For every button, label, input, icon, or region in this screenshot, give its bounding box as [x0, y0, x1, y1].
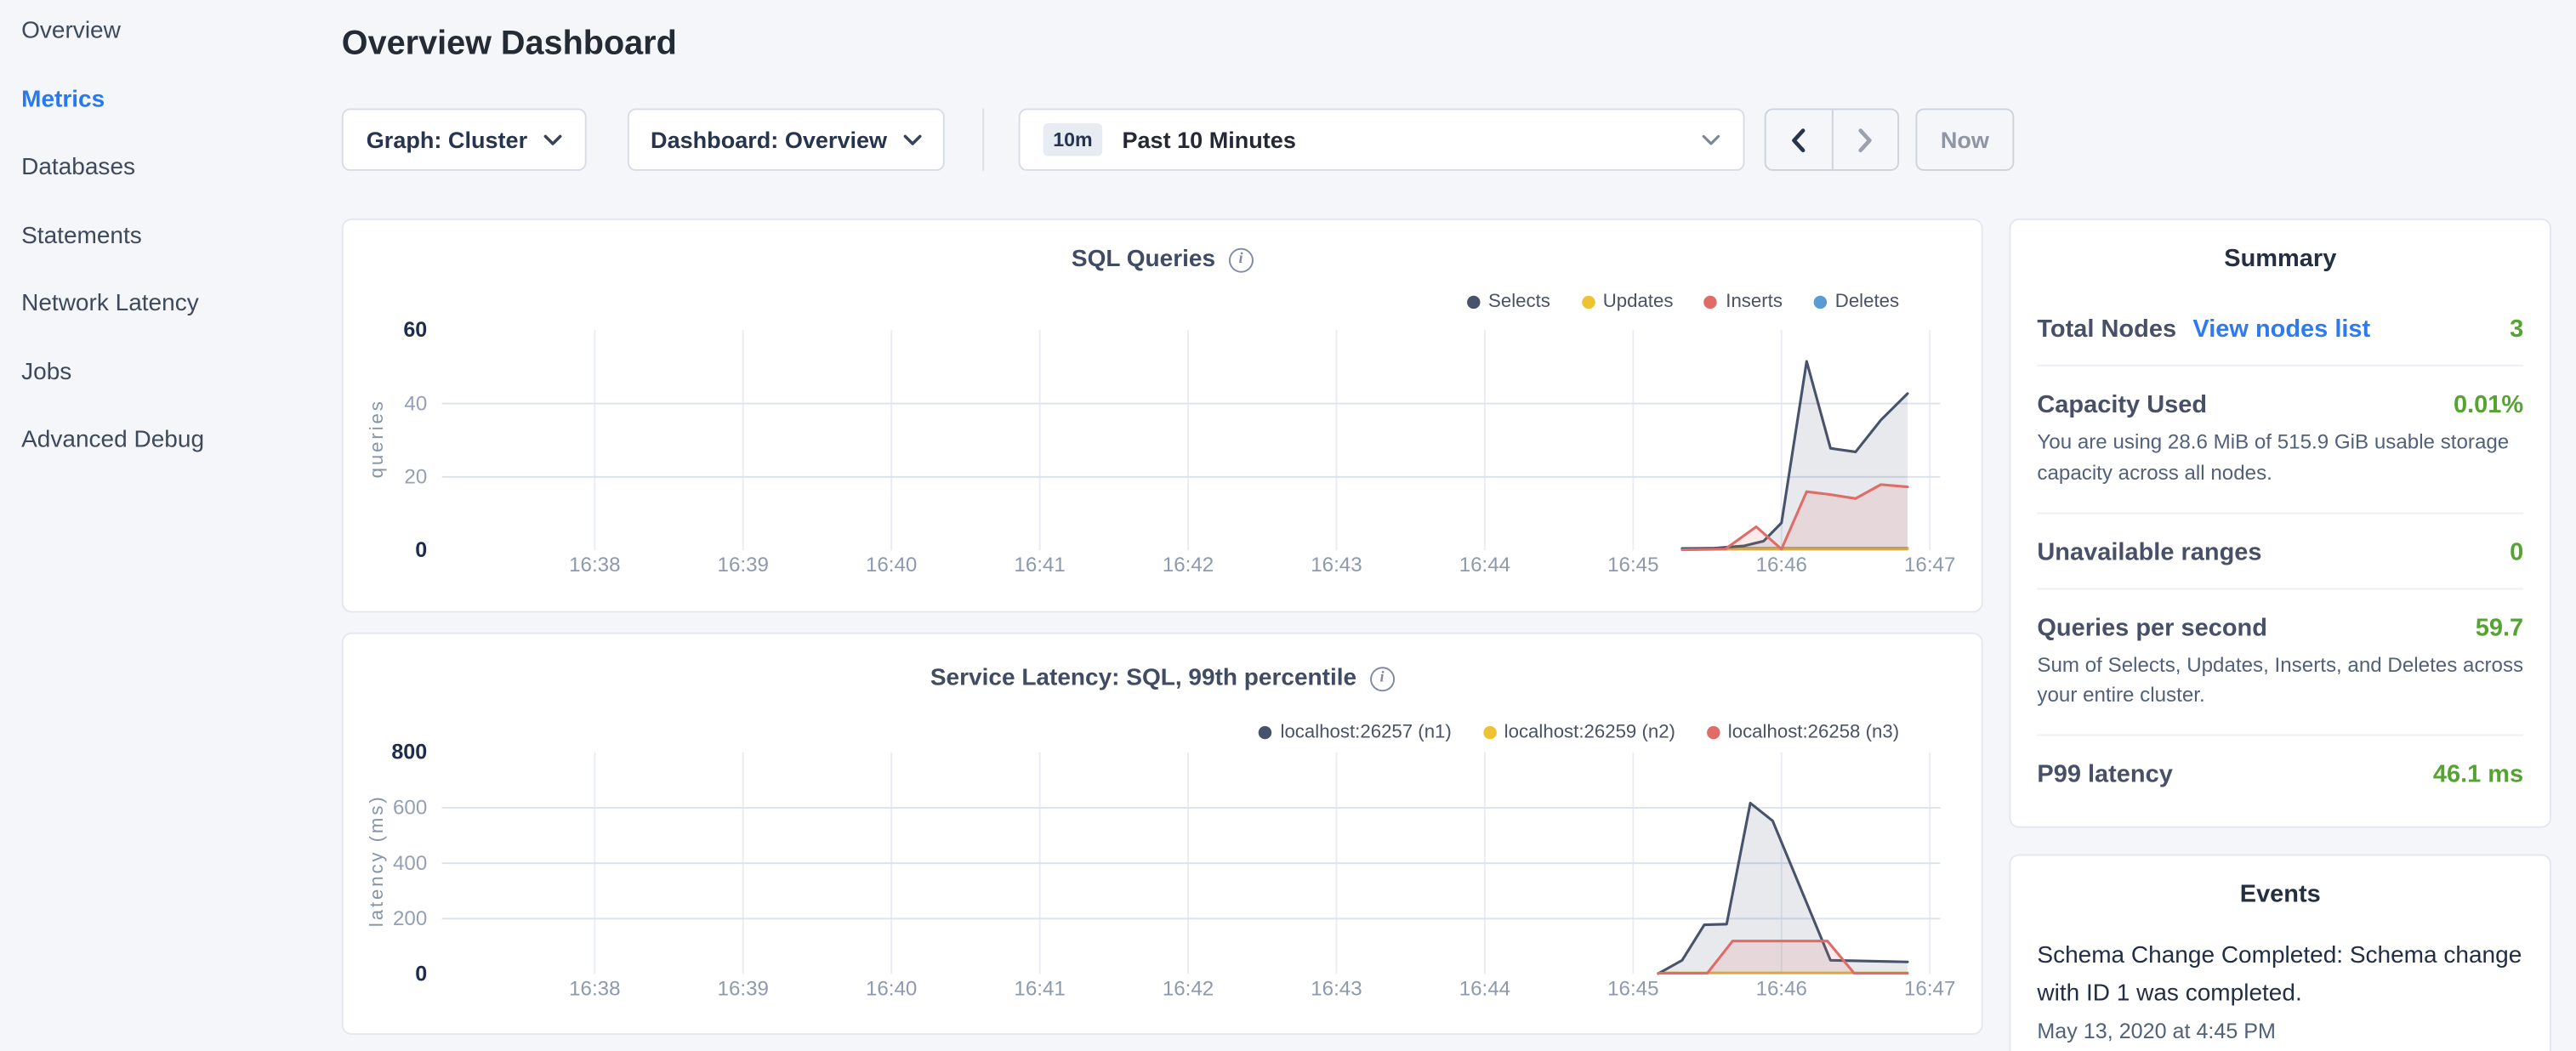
summary-value: 0.01%: [2454, 391, 2523, 419]
summary-value: 0: [2510, 538, 2523, 566]
summary-row-unavailable-ranges: Unavailable ranges 0: [2037, 512, 2523, 588]
sidebar-item-databases[interactable]: Databases: [21, 156, 204, 180]
svg-text:600: 600: [393, 797, 427, 820]
sidebar-nav: Overview Metrics Databases Statements Ne…: [21, 20, 204, 497]
time-step-forward-button[interactable]: [1833, 110, 1897, 169]
svg-text:16:40: 16:40: [866, 554, 917, 577]
chart-plot-1[interactable]: 16:38 16:39 16:40 16:41 16:42 16:43 16:44 16:45…: [344, 634, 1985, 1037]
sidebar-item-jobs[interactable]: Jobs: [21, 361, 204, 384]
svg-text:16:46: 16:46: [1756, 554, 1807, 577]
sidebar-item-metrics[interactable]: Metrics: [21, 88, 204, 111]
dashboard-label: Dashboard: Overview: [651, 127, 887, 153]
page-title: Overview Dashboard: [342, 25, 677, 64]
svg-text:0: 0: [415, 962, 427, 986]
db-console-page: Overview Metrics Databases Statements Ne…: [0, 0, 2576, 1051]
chevron-down-icon: [1702, 134, 1720, 145]
svg-text:800: 800: [391, 740, 427, 764]
svg-text:16:38: 16:38: [569, 554, 620, 577]
svg-text:16:40: 16:40: [866, 978, 917, 1001]
svg-text:16:39: 16:39: [718, 554, 769, 577]
svg-text:16:43: 16:43: [1311, 554, 1362, 577]
svg-text:60: 60: [403, 318, 427, 342]
sidebar-item-overview[interactable]: Overview: [21, 20, 204, 43]
summary-value: 3: [2510, 315, 2523, 344]
summary-subtext: Sum of Selects, Updates, Inserts, and De…: [2037, 650, 2523, 734]
service-latency-chart-card: Service Latency: SQL, 99th percentile i …: [342, 633, 1983, 1035]
svg-text:16:44: 16:44: [1459, 554, 1510, 577]
chevron-right-icon: [1857, 128, 1872, 152]
svg-text:16:47: 16:47: [1904, 554, 1955, 577]
svg-text:16:41: 16:41: [1014, 554, 1065, 577]
svg-text:16:47: 16:47: [1904, 978, 1955, 1001]
events-panel: Events Schema Change Completed: Schema c…: [2010, 855, 2551, 1051]
sidebar-item-statements[interactable]: Statements: [21, 224, 204, 248]
graph-scope-dropdown[interactable]: Graph: Cluster: [342, 108, 587, 170]
svg-text:20: 20: [404, 466, 427, 489]
event-message: Schema Change Completed: Schema change w…: [2037, 938, 2523, 1014]
chart-plot-0[interactable]: 16:38 16:39 16:40 16:41 16:42 16:43 16:44 16:45…: [344, 220, 1985, 615]
svg-text:16:45: 16:45: [1607, 978, 1658, 1001]
events-title: Events: [2037, 855, 2523, 921]
summary-label: Total Nodes: [2037, 315, 2176, 344]
sidebar-item-advanced-debug[interactable]: Advanced Debug: [21, 429, 204, 452]
summary-value: 46.1 ms: [2433, 760, 2523, 788]
svg-text:40: 40: [404, 392, 427, 415]
now-button[interactable]: Now: [1915, 108, 2014, 170]
event-list-item[interactable]: Schema Change Completed: Schema change w…: [2037, 938, 2523, 1043]
view-nodes-list-link[interactable]: View nodes list: [2192, 315, 2370, 344]
summary-label: Unavailable ranges: [2037, 538, 2261, 566]
time-step-back-button[interactable]: [1766, 110, 1833, 169]
graph-scope-label: Graph: Cluster: [367, 127, 527, 153]
summary-value: 59.7: [2476, 614, 2523, 642]
svg-text:16:45: 16:45: [1607, 554, 1658, 577]
svg-text:0: 0: [415, 538, 427, 562]
summary-label: P99 latency: [2037, 760, 2172, 788]
svg-text:16:42: 16:42: [1163, 978, 1214, 1001]
summary-row-total-nodes: Total Nodes View nodes list 3: [2037, 286, 2523, 365]
svg-text:400: 400: [393, 852, 427, 875]
svg-text:16:41: 16:41: [1014, 978, 1065, 1001]
event-timestamp: May 13, 2020 at 4:45 PM: [2037, 1019, 2523, 1043]
toolbar-divider: [982, 108, 984, 170]
svg-text:16:44: 16:44: [1459, 978, 1510, 1001]
svg-text:16:43: 16:43: [1311, 978, 1362, 1001]
summary-label: Capacity Used: [2037, 391, 2207, 419]
time-range-select[interactable]: 10m Past 10 Minutes: [1019, 108, 1745, 170]
summary-label: Queries per second: [2037, 614, 2267, 642]
summary-panel: Summary Total Nodes View nodes list 3 Ca…: [2010, 219, 2551, 828]
chevron-down-icon: [543, 134, 561, 145]
sql-queries-chart-card: SQL Queries i SelectsUpdatesInsertsDelet…: [342, 219, 1983, 613]
sidebar-item-network-latency[interactable]: Network Latency: [21, 293, 204, 316]
svg-text:16:46: 16:46: [1756, 978, 1807, 1001]
summary-title: Summary: [2037, 220, 2523, 286]
time-range-label: Past 10 Minutes: [1122, 127, 1295, 153]
summary-subtext: You are using 28.6 MiB of 515.9 GiB usab…: [2037, 427, 2523, 511]
svg-text:200: 200: [393, 907, 427, 930]
chevron-left-icon: [1791, 128, 1805, 152]
time-step-button-group: [1765, 108, 1899, 170]
svg-text:16:38: 16:38: [569, 978, 620, 1001]
summary-row-p99-latency: P99 latency 46.1 ms: [2037, 734, 2523, 810]
svg-text:16:39: 16:39: [718, 978, 769, 1001]
dashboard-dropdown[interactable]: Dashboard: Overview: [628, 108, 945, 170]
chevron-down-icon: [903, 134, 921, 145]
svg-text:16:42: 16:42: [1163, 554, 1214, 577]
time-range-badge: 10m: [1043, 123, 1103, 156]
